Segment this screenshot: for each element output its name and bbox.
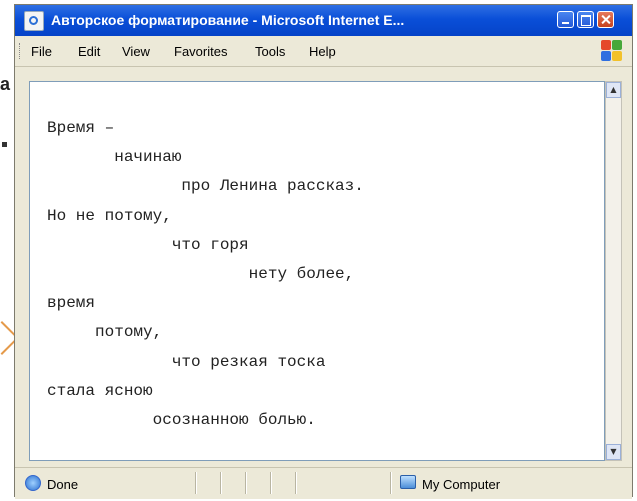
ie-done-icon — [25, 475, 41, 491]
status-separator — [195, 472, 197, 494]
status-separator — [270, 472, 272, 494]
status-separator — [220, 472, 222, 494]
menu-bar: File Edit View Favorites Tools Help — [15, 36, 632, 67]
menu-edit[interactable]: Edit — [78, 44, 100, 59]
windows-logo-icon — [600, 39, 624, 63]
menu-favorites[interactable]: Favorites — [174, 44, 227, 59]
toolbar-grip[interactable] — [19, 43, 22, 59]
menu-view[interactable]: View — [122, 44, 150, 59]
poem-line: время — [47, 294, 96, 313]
title-bar[interactable]: Авторское форматирование - Microsoft Int… — [15, 5, 632, 36]
menu-file[interactable]: File — [31, 44, 52, 59]
maximize-button[interactable] — [577, 11, 594, 28]
vertical-scrollbar[interactable]: ▲ ▼ — [605, 81, 622, 461]
poem-line: осознанною болью. — [47, 411, 316, 430]
zone-text: My Computer — [422, 477, 501, 492]
menu-help[interactable]: Help — [309, 44, 336, 59]
poem-line: Время – — [47, 119, 115, 137]
window-title: Авторское форматирование - Microsoft Int… — [51, 12, 405, 28]
menu-tools[interactable]: Tools — [255, 44, 285, 59]
poem-text: Время – начинаю про Ленина рассказ. Но н… — [47, 114, 364, 435]
status-bar: Done My Computer — [15, 467, 632, 499]
close-button[interactable] — [597, 11, 614, 28]
poem-line: что горя — [47, 235, 249, 254]
status-text: Done — [47, 477, 79, 492]
slide-text-fragment: a — [0, 74, 11, 94]
status-separator — [390, 472, 392, 494]
poem-line: стала ясною — [47, 381, 153, 400]
page-content: Время – начинаю про Ленина рассказ. Но н… — [29, 81, 605, 461]
scroll-up-button[interactable]: ▲ — [606, 82, 621, 98]
ie-page-icon — [24, 11, 44, 31]
poem-line: нету более, — [47, 265, 355, 284]
status-separator — [295, 472, 297, 494]
scroll-down-button[interactable]: ▼ — [606, 444, 621, 460]
poem-line: начинаю — [47, 148, 182, 167]
poem-line: потому, — [47, 323, 163, 342]
slide-bullet-dot — [2, 142, 7, 147]
status-separator — [245, 472, 247, 494]
poem-line: Но не потому, — [47, 206, 172, 225]
poem-line: про Ленина рассказ. — [47, 177, 364, 196]
minimize-button[interactable] — [557, 11, 574, 28]
poem-line: что резкая тоска — [47, 352, 326, 371]
browser-window: Авторское форматирование - Microsoft Int… — [14, 4, 633, 499]
my-computer-icon — [400, 475, 416, 489]
